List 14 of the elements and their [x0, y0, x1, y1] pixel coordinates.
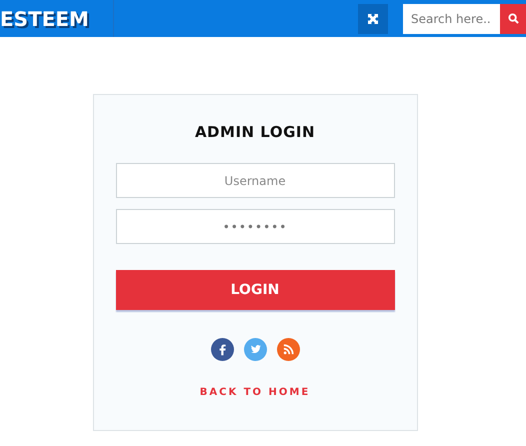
fullscreen-button[interactable] [358, 4, 388, 34]
rss-icon[interactable] [276, 338, 300, 361]
search-icon [508, 13, 518, 24]
username-field[interactable]: Username [116, 163, 394, 198]
back-to-home-link[interactable]: BACK TO HOME [200, 387, 310, 398]
facebook-icon[interactable] [210, 338, 234, 361]
search-field[interactable]: Search here.. [403, 4, 500, 34]
expand-icon [368, 14, 378, 24]
bird-icon[interactable] [244, 338, 266, 361]
search-button[interactable] [500, 4, 526, 34]
logo[interactable]: ESTEEM [0, 6, 89, 30]
password-field[interactable]: •••••••• [116, 209, 394, 244]
login-title: ADMIN LOGIN [194, 123, 316, 141]
login-button[interactable]: LOGIN [116, 270, 394, 310]
